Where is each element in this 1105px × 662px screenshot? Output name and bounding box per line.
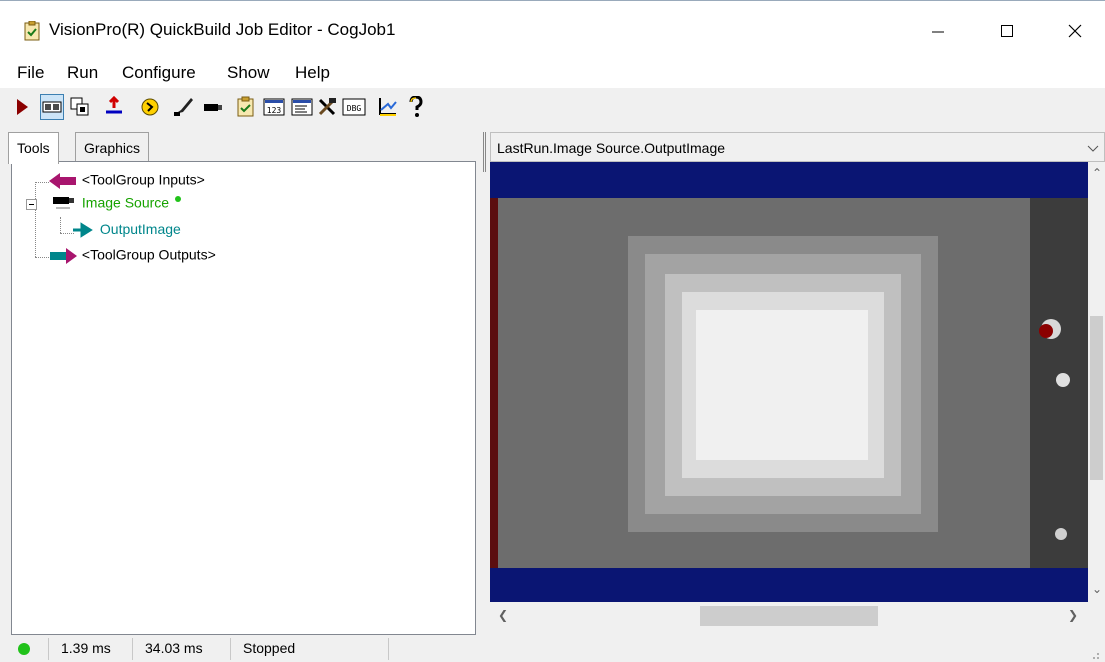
horizontal-scrollbar[interactable]: ❮ ❯: [490, 602, 1088, 630]
tree-label-inputs: <ToolGroup Inputs>: [81, 171, 205, 188]
status-separator: [230, 638, 231, 660]
help-button[interactable]: [404, 94, 428, 120]
camera-button[interactable]: [200, 94, 224, 120]
tab-tools[interactable]: Tools: [8, 132, 59, 164]
image-border-top: [490, 162, 1088, 198]
tab-graphics-label: Graphics: [84, 140, 141, 156]
float-window-icon: [70, 97, 89, 116]
debug-button[interactable]: DBG: [342, 94, 366, 120]
tree-label-outputs: <ToolGroup Outputs>: [81, 246, 216, 263]
job-properties-button[interactable]: [234, 94, 258, 120]
debug-label: DBG: [347, 104, 362, 113]
chevron-down-icon: [1087, 145, 1099, 152]
tools-icon: [318, 98, 336, 116]
menu-bar: File Run Configure Show Help: [0, 60, 1105, 88]
tree-label-image-source: Image Source: [81, 194, 170, 211]
maximize-icon: [1001, 25, 1013, 37]
output-arrow-icon: [73, 222, 93, 239]
display-icon: [42, 101, 62, 113]
tools-button[interactable]: [316, 94, 340, 120]
output-group-arrow-icon: [50, 248, 77, 264]
import-button[interactable]: [102, 94, 126, 120]
run-icon: [17, 99, 28, 115]
tab-tools-label: Tools: [17, 140, 50, 156]
tree-label-output-image: OutputImage: [99, 221, 181, 237]
settings-icon: [379, 98, 397, 116]
menu-show[interactable]: Show: [227, 63, 270, 83]
tree-item-image-source[interactable]: Image Source: [50, 194, 183, 214]
image-blobs: [1039, 319, 1070, 540]
tab-graphics[interactable]: Graphics: [75, 132, 150, 162]
reset-button[interactable]: [138, 94, 162, 120]
panel-splitter[interactable]: [483, 132, 486, 172]
tree-item-output-image[interactable]: OutputImage: [72, 221, 181, 239]
menu-run[interactable]: Run: [67, 63, 98, 83]
window-title: VisionPro(R) QuickBuild Job Editor - Cog…: [49, 20, 396, 39]
horizontal-scroll-thumb[interactable]: [700, 606, 878, 626]
image-display[interactable]: [490, 162, 1088, 602]
close-icon: [1068, 24, 1082, 38]
status-separator: [48, 638, 49, 660]
scroll-down-icon[interactable]: ⌄: [1092, 582, 1102, 596]
input-arrow-icon: [49, 173, 76, 189]
tree-connector: [60, 217, 61, 233]
tree-item-inputs[interactable]: <ToolGroup Inputs>: [48, 171, 205, 191]
edit-button[interactable]: [172, 94, 196, 120]
image-selector[interactable]: LastRun.Image Source.OutputImage: [490, 132, 1105, 162]
edit-icon: [174, 98, 193, 116]
tree-expander[interactable]: [26, 198, 38, 214]
tree-connector: [35, 182, 36, 257]
menu-help[interactable]: Help: [295, 63, 330, 83]
status-last-run-time: 1.39 ms: [61, 640, 111, 656]
tool-tree: <ToolGroup Inputs> Image Source OutputIm…: [11, 161, 476, 635]
image-edge-overlay: [490, 198, 498, 568]
image-border-bottom: [490, 568, 1088, 602]
debug-icon: DBG: [342, 98, 366, 116]
minimize-button[interactable]: [915, 11, 961, 51]
resize-grip-icon[interactable]: [1090, 650, 1100, 660]
scroll-up-icon[interactable]: ⌃: [1092, 166, 1102, 180]
camera-icon: [53, 197, 74, 209]
camera-icon: [204, 104, 222, 111]
status-state: Stopped: [243, 640, 296, 656]
help-icon: [409, 96, 423, 117]
status-light-icon: [18, 643, 30, 655]
display-button[interactable]: [40, 94, 64, 120]
close-button[interactable]: [1052, 11, 1098, 51]
object-center: [696, 310, 868, 460]
job-properties-icon: [237, 96, 254, 117]
results-icon: [291, 98, 313, 116]
job-editor-icon: [24, 21, 40, 41]
counter-icon: 123: [263, 98, 285, 116]
scroll-left-icon[interactable]: ❮: [498, 608, 508, 622]
counter-button[interactable]: 123: [262, 94, 286, 120]
status-dot-icon: [174, 196, 181, 202]
status-total-time: 34.03 ms: [145, 640, 203, 656]
scroll-right-icon[interactable]: ❯: [1068, 608, 1078, 622]
tree-connector: [35, 182, 49, 183]
menu-configure[interactable]: Configure: [122, 63, 196, 83]
status-separator: [132, 638, 133, 660]
toolbar: 123 DBG: [0, 88, 1105, 128]
title-bar: VisionPro(R) QuickBuild Job Editor - Cog…: [0, 0, 1105, 60]
results-button[interactable]: [290, 94, 314, 120]
maximize-button[interactable]: [984, 11, 1030, 51]
tree-connector: [35, 257, 49, 258]
image-selector-label: LastRun.Image Source.OutputImage: [497, 140, 726, 156]
menu-file[interactable]: File: [17, 63, 44, 83]
minimize-icon: [932, 31, 944, 33]
vertical-scrollbar[interactable]: ⌃ ⌄: [1088, 162, 1105, 602]
vertical-scroll-thumb[interactable]: [1090, 316, 1103, 480]
float-window-button[interactable]: [68, 94, 92, 120]
status-separator: [388, 638, 389, 660]
reset-icon: [141, 98, 159, 116]
counter-label: 123: [267, 106, 282, 115]
status-bar: 1.39 ms 34.03 ms Stopped: [0, 636, 1105, 662]
run-button[interactable]: [10, 94, 34, 120]
tree-item-outputs[interactable]: <ToolGroup Outputs>: [48, 246, 216, 266]
import-icon: [106, 96, 122, 114]
settings-button[interactable]: [376, 94, 400, 120]
collapse-icon: [26, 199, 37, 210]
